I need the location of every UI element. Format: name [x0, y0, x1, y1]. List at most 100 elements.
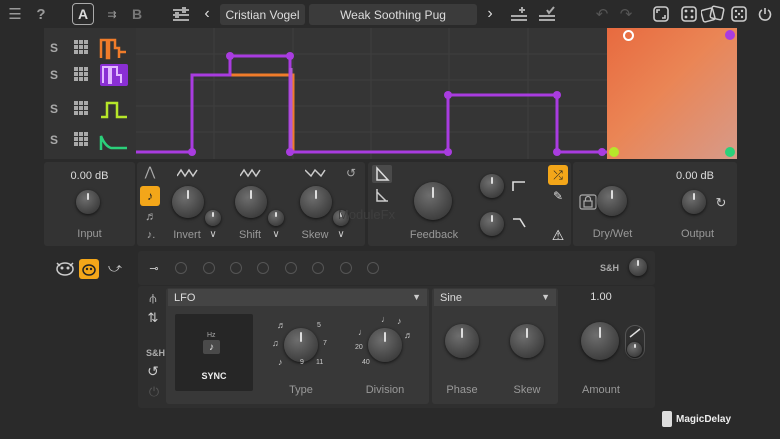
preset-b-button[interactable]: B	[130, 3, 144, 25]
lane-grid-icon[interactable]	[74, 67, 89, 82]
sh-knob[interactable]	[629, 258, 647, 276]
note-sync-icon[interactable]: ♪	[203, 340, 220, 354]
input-gain-value[interactable]: 0.00 dB	[44, 170, 135, 182]
preset-author[interactable]: Cristian Vogel	[220, 4, 305, 25]
menu-icon[interactable]: ☰	[8, 3, 22, 25]
route-slot-6[interactable]	[312, 262, 324, 274]
up-down-arrows-icon[interactable]: ⇅	[145, 310, 161, 326]
route-slot-3[interactable]	[230, 262, 242, 274]
lane-shape-icon[interactable]	[99, 97, 129, 121]
type-knob[interactable]	[284, 328, 318, 362]
reset-icon[interactable]: ↺	[145, 363, 161, 379]
triplet-icon[interactable]: ♬	[143, 209, 159, 223]
undo-icon[interactable]: ↶	[594, 3, 610, 25]
randomize-grid-icon[interactable]	[730, 3, 748, 25]
help-icon[interactable]: ?	[34, 3, 48, 25]
expand-icon[interactable]	[652, 3, 670, 25]
waveform-dropdown[interactable]: Sine ▼	[434, 289, 556, 306]
redo-icon[interactable]: ↷	[618, 3, 634, 25]
warning-icon[interactable]: ⚠	[548, 227, 568, 244]
dice-icon[interactable]	[700, 3, 726, 25]
sequencer-graph[interactable]	[136, 28, 607, 159]
shift-knob[interactable]	[235, 186, 267, 218]
lowpass-filter-icon[interactable]	[372, 165, 392, 183]
confirm-preset-icon[interactable]	[536, 3, 558, 25]
route-slot-4[interactable]	[257, 262, 269, 274]
output-mode-icon[interactable]: ↻	[712, 195, 730, 211]
lock-icon[interactable]	[579, 194, 597, 210]
dotted-note-icon[interactable]: ♪.	[143, 228, 159, 242]
mod-source-1-icon[interactable]	[54, 258, 76, 278]
lane-grid-icon[interactable]	[74, 40, 89, 55]
type-tick-triplet-icon: ♫	[272, 338, 279, 348]
output-gain-value[interactable]: 0.00 dB	[660, 170, 730, 182]
output-knob[interactable]	[682, 190, 706, 214]
lane-shape-icon[interactable]	[99, 128, 129, 152]
lane-grid-icon[interactable]	[74, 101, 89, 116]
xy-corner-purple[interactable]	[725, 30, 735, 40]
next-preset-button[interactable]: ›	[484, 3, 496, 25]
prev-preset-button[interactable]: ‹	[201, 3, 213, 25]
save-preset-icon[interactable]	[508, 3, 530, 25]
shift-mini-knob[interactable]	[268, 210, 284, 226]
amount-knob[interactable]	[581, 322, 619, 360]
route-slot-1[interactable]	[175, 262, 187, 274]
note-mode-button[interactable]: ♪	[140, 186, 160, 206]
envelope-icon[interactable]: ⋀	[142, 164, 158, 180]
filter-low-knob[interactable]	[480, 212, 504, 236]
invert-knob[interactable]	[172, 186, 204, 218]
lane-solo-button[interactable]: S	[50, 133, 58, 147]
preset-name[interactable]: Weak Soothing Pug	[309, 4, 477, 25]
brand-name: MagicDelay	[676, 414, 732, 425]
invert-mini-knob[interactable]	[205, 210, 221, 226]
route-slot-2[interactable]	[203, 262, 215, 274]
preset-a-button[interactable]: A	[72, 3, 94, 25]
filter-high-knob[interactable]	[480, 174, 504, 198]
mod-source-3-icon[interactable]: ⤻	[106, 259, 124, 277]
power-icon[interactable]: ⏻	[146, 384, 162, 400]
brand-logo-icon	[662, 411, 672, 427]
amount-mini-knob[interactable]	[627, 342, 642, 357]
copy-a-to-b-icon[interactable]: ⇉	[102, 3, 122, 25]
randomize-icon[interactable]	[680, 3, 698, 25]
route-slot-7[interactable]	[340, 262, 352, 274]
reset-icon[interactable]: ↺	[344, 166, 358, 180]
hz-label[interactable]: Hz	[207, 332, 216, 339]
trident-icon[interactable]: ⫛	[144, 290, 162, 306]
lfo-skew-knob[interactable]	[510, 324, 544, 358]
chevron-down-icon[interactable]: ∨	[208, 228, 218, 240]
preset-list-icon[interactable]	[170, 3, 192, 25]
highpass-filter-icon[interactable]	[372, 186, 392, 204]
division-tick: 40	[362, 359, 370, 366]
xy-pad[interactable]	[607, 28, 737, 159]
input-knob[interactable]	[76, 190, 100, 214]
pencil-icon[interactable]: ✎	[550, 188, 566, 204]
lane-solo-button[interactable]: S	[50, 102, 58, 116]
source-dropdown[interactable]: LFO ▼	[168, 289, 427, 306]
lfo-skew-label: Skew	[513, 384, 541, 396]
chevron-down-icon[interactable]: ∨	[271, 228, 281, 240]
route-arrow-icon[interactable]: ⊸	[145, 262, 163, 275]
lane-shape-icon[interactable]	[99, 36, 129, 60]
shuffle-button[interactable]: ⤮	[548, 165, 568, 185]
route-slot-5[interactable]	[285, 262, 297, 274]
xy-corner-green[interactable]	[725, 147, 735, 157]
lane-grid-icon[interactable]	[74, 132, 89, 147]
mod-source-2-button[interactable]	[79, 259, 99, 279]
division-knob[interactable]	[368, 328, 402, 362]
lane-solo-button[interactable]: S	[50, 68, 58, 82]
xy-handle-orange[interactable]	[623, 30, 634, 41]
lane-solo-button[interactable]: S	[50, 41, 58, 55]
xy-corner-lime[interactable]	[609, 147, 619, 157]
power-icon[interactable]	[756, 3, 774, 25]
amount-value[interactable]: 1.00	[576, 291, 626, 303]
side-sh-label[interactable]: S&H	[146, 348, 165, 358]
dry-wet-knob[interactable]	[597, 186, 627, 216]
route-slot-8[interactable]	[367, 262, 379, 274]
highcut-curve-icon	[512, 181, 525, 191]
skew-knob[interactable]	[300, 186, 332, 218]
lane-shape-icon[interactable]	[99, 63, 129, 87]
chevron-down-icon[interactable]: ∨	[336, 228, 346, 240]
phase-knob[interactable]	[445, 324, 479, 358]
feedback-knob[interactable]	[414, 182, 452, 220]
